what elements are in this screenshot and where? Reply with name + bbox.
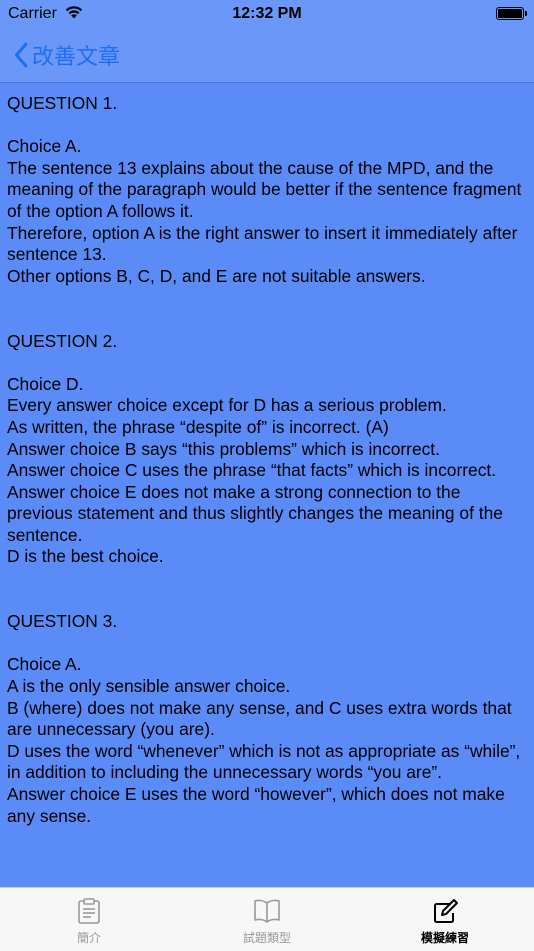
status-bar: Carrier 12:32 PM (0, 0, 534, 30)
tab-mock-practice[interactable]: 模擬練習 (356, 888, 534, 951)
clipboard-icon (77, 898, 101, 924)
explanation-line: Choice A. (7, 136, 82, 157)
explanation-line: Therefore, option A is the right answer … (7, 222, 518, 265)
explanation-line: A is the only sensible answer choice. (7, 676, 291, 697)
tab-label: 模擬練習 (420, 931, 469, 945)
question-title: QUESTION 3. (7, 611, 118, 632)
tab-intro[interactable]: 簡介 (0, 888, 178, 951)
question-title: QUESTION 1. (7, 93, 118, 113)
explanation-line: Other options B, C, D, and E are not sui… (7, 265, 426, 286)
chevron-left-icon (14, 42, 28, 68)
back-button[interactable]: 改善文章 (14, 38, 120, 72)
question-block: QUESTION 3. Choice A. A is the only sens… (7, 611, 527, 827)
explanation-line: Choice D. (7, 373, 84, 394)
tab-label: 試題類型 (242, 931, 291, 945)
explanation-line: Answer choice B says “this problems” whi… (7, 438, 440, 459)
explanation-line: The sentence 13 explains about the cause… (7, 157, 522, 221)
explanation-line: As written, the phrase “despite of” is i… (7, 416, 389, 437)
edit-icon (431, 898, 459, 924)
explanation-line: D uses the word “whenever” which is not … (7, 740, 521, 783)
back-button-label: 改善文章 (32, 45, 121, 70)
explanation-line: B (where) does not make any sense, and C… (7, 697, 512, 740)
tab-bar: 簡介 試題類型 模擬練習 (0, 887, 534, 951)
explanation-line: Answer choice C uses the phrase “that fa… (7, 460, 497, 481)
question-block: QUESTION 1. Choice A. The sentence 13 ex… (7, 93, 527, 287)
navigation-bar: 改善文章 (0, 30, 534, 83)
question-title: QUESTION 2. (7, 330, 118, 351)
explanation-line: Every answer choice except for D has a s… (7, 395, 447, 416)
tab-label: 簡介 (76, 931, 101, 945)
explanation-line: D is the best choice. (7, 546, 164, 567)
open-book-icon (253, 898, 281, 924)
answer-explanation-content: QUESTION 1. Choice A. The sentence 13 ex… (0, 83, 534, 887)
explanation-line: Choice A. (7, 654, 82, 675)
tab-question-types[interactable]: 試題類型 (178, 888, 356, 951)
status-time: 12:32 PM (232, 5, 302, 22)
question-block: QUESTION 2. Choice D. Every answer choic… (7, 331, 527, 569)
battery-icon (496, 7, 527, 20)
explanation-line: Answer choice E does not make a strong c… (7, 481, 503, 545)
explanation-line: Answer choice E uses the word “however”,… (7, 784, 505, 826)
